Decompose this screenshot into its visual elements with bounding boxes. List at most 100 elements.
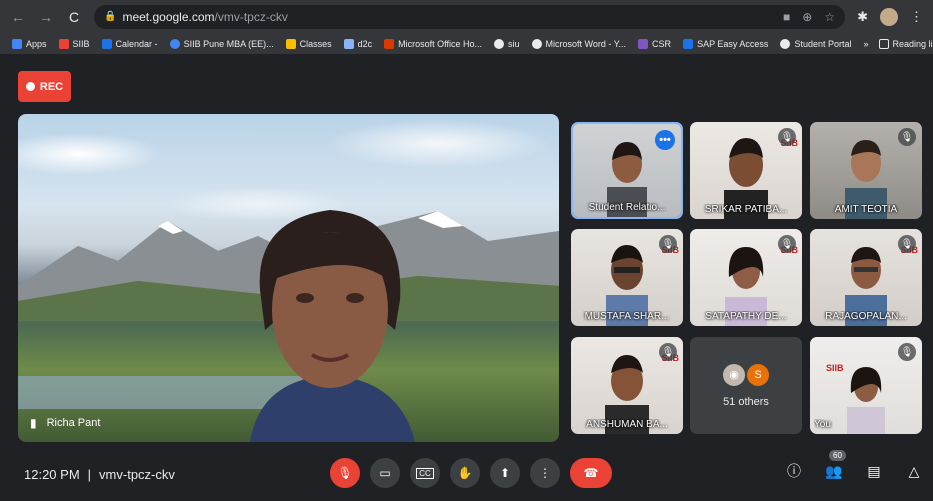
sap-icon [683,38,694,49]
address-bar[interactable]: 🔒 meet.google.com/vmv-tpcz-ckv ■ ⊕ ☆ [94,4,846,29]
participant-name: You [814,419,831,430]
chat-button[interactable]: ▤ [863,460,885,482]
mic-off-icon: 🎙 [898,128,916,146]
participant-tile[interactable]: 🎙 AMIT TEOTIA [810,122,922,219]
participant-name: SATAPATHY DE... [705,311,787,322]
bookmark-siib[interactable]: SIIB [58,38,90,49]
participant-name: MUSTAFA SHAR... [584,311,670,322]
forward-arrow-icon[interactable]: → [38,9,54,25]
bookmark-d2c[interactable]: d2c [343,38,372,49]
participant-tile-self[interactable]: SIIB 🎙 You [810,337,922,434]
meeting-separator: | [87,467,92,482]
zoom-icon[interactable]: ⊕ [802,10,812,24]
hang-up-icon: ☎ [583,466,599,480]
site-icon [169,38,180,49]
globe-icon [780,38,791,49]
reload-icon[interactable]: C [66,9,82,25]
more-vert-icon: ⋮ [539,466,551,480]
participant-tile[interactable]: SIIB 🎙 RAJAGOPALAN... [810,229,922,326]
mic-off-icon: 🎙 [898,343,916,361]
meeting-time: 12:20 PM [24,467,80,482]
people-button[interactable]: 60 👥 [823,450,846,482]
mic-off-icon: 🎙 [778,128,796,146]
participant-tile[interactable]: SIIB 🎙 ANSHUMAN BA... [571,337,683,434]
office-icon [384,38,395,49]
bookmark-csr[interactable]: CSR [638,38,671,49]
recording-badge[interactable]: REC [18,71,71,102]
camera-in-use-icon[interactable]: ■ [783,10,790,24]
bookmark-classes[interactable]: Classes [285,38,332,49]
speaker-name-label: ▮ Richa Pant [30,416,101,430]
participant-tile[interactable]: ••• Student Relatio... [571,122,683,219]
call-controls: 🎙 ▭ CC ✋ ⬆ ⋮ ☎ [330,458,612,488]
d2c-icon [343,38,354,49]
participant-name: SRIKAR PATIBA... [704,204,788,215]
bookmarks-overflow[interactable]: » [863,39,868,49]
bookmark-office[interactable]: Microsoft Office Ho... [384,38,482,49]
present-icon: ⬆ [499,466,511,480]
main-video-tile[interactable]: ▮ Richa Pant [18,114,559,442]
speaker-video [250,210,415,442]
reading-list[interactable]: Reading list [878,38,933,49]
others-tile[interactable]: ◉ S 51 others [690,337,802,434]
bookmark-star-icon[interactable]: ☆ [824,10,835,24]
bookmark-siib-pune[interactable]: SIIB Pune MBA (EE)... [169,38,274,49]
browser-toolbar: ← → C 🔒 meet.google.com/vmv-tpcz-ckv ■ ⊕… [0,0,933,33]
meeting-details-button[interactable]: ⓘ [783,460,805,482]
side-panel-controls: ⓘ 60 👥 ▤ △ [783,450,925,482]
lock-icon: 🔒 [104,11,117,22]
mic-toggle-button[interactable]: 🎙 [330,458,360,488]
participant-name: Student Relatio... [588,202,666,213]
classroom-icon [285,38,296,49]
bookmark-sap[interactable]: SAP Easy Access [683,38,768,49]
hand-icon: ✋ [457,466,473,480]
chat-icon: ▤ [867,462,881,479]
participant-tile[interactable]: SIIB 🎙 SRIKAR PATIBA... [690,122,802,219]
more-options-button[interactable]: ⋮ [530,458,560,488]
meeting-info: 12:20 PM | vmv-tpcz-ckv [24,467,175,482]
participant-tile[interactable]: SIIB 🎙 MUSTAFA SHAR... [571,229,683,326]
avatar: S [747,363,769,386]
bookmark-word[interactable]: Microsoft Word - Y... [531,38,626,49]
captions-button[interactable]: CC [410,458,440,488]
reading-list-icon [878,38,889,49]
pin-icon[interactable]: ▮ [30,416,37,430]
bookmark-student-portal[interactable]: Student Portal [780,38,851,49]
camera-toggle-button[interactable]: ▭ [370,458,400,488]
gmail-icon [58,38,69,49]
mic-off-icon: 🎙 [898,235,916,253]
globe-icon [531,38,542,49]
participant-tile[interactable]: SIIB 🎙 SATAPATHY DE... [690,229,802,326]
info-icon: ⓘ [787,463,801,479]
profile-avatar[interactable] [880,7,898,26]
participant-name: AMIT TEOTIA [834,204,898,215]
more-options-icon[interactable]: ••• [655,130,675,150]
bookmark-calendar[interactable]: Calendar - [101,38,158,49]
siib-logo: SIIB [826,363,844,373]
present-button[interactable]: ⬆ [490,458,520,488]
people-icon: 👥 [825,462,843,479]
camera-icon: ▭ [379,466,391,480]
meeting-code: vmv-tpcz-ckv [99,467,175,482]
bookmark-apps[interactable]: Apps [12,38,47,49]
forms-icon [638,38,649,49]
chrome-menu-icon[interactable]: ⋮ [910,9,923,25]
record-dot-icon [25,82,35,91]
participant-count-badge: 60 [829,450,846,461]
back-arrow-icon[interactable]: ← [10,9,26,25]
participant-name: ANSHUMAN BA... [586,419,668,430]
leave-call-button[interactable]: ☎ [570,458,612,488]
raise-hand-button[interactable]: ✋ [450,458,480,488]
bookmarks-bar: Apps SIIB Calendar - SIIB Pune MBA (EE).… [0,33,933,55]
mic-off-icon: 🎙 [659,343,677,361]
mic-off-icon: 🎙 [337,466,353,480]
activities-icon: △ [908,462,920,479]
extensions-puzzle-icon[interactable]: ✱ [857,9,868,25]
globe-icon [494,38,504,49]
bookmark-siu[interactable]: siu [494,38,520,49]
avatar: ◉ [723,363,745,386]
calendar-icon [101,38,112,49]
activities-button[interactable]: △ [903,460,925,482]
captions-icon: CC [416,467,434,479]
url-host: meet.google.com [122,9,215,24]
